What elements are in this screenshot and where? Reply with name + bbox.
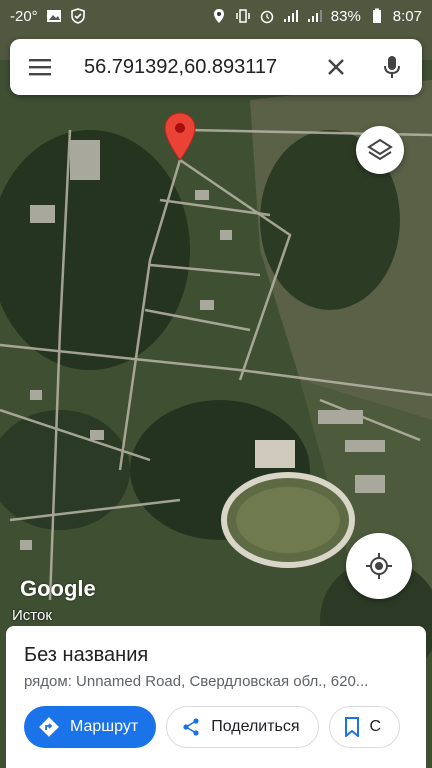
search-input[interactable]: 56.791392,60.893117 [84,56,320,79]
directions-label: Маршрут [70,718,139,735]
microphone-icon [384,56,400,78]
place-address: рядом: Unnamed Road, Свердловская обл., … [24,673,369,690]
signal-icon [283,10,298,22]
place-title: Без названия [24,644,149,666]
location-icon [213,9,224,23]
vibrate-icon [236,9,250,23]
search-bar[interactable]: 56.791392,60.893117 [10,39,422,95]
save-button[interactable]: С [328,706,401,748]
status-bar: -20° 83% 8:07 [0,0,432,32]
crosshair-icon [366,553,392,579]
image-icon [46,10,61,22]
action-row: Маршрут Поделиться С [24,706,408,748]
save-label: С [369,718,382,735]
my-location-button[interactable] [346,533,412,599]
share-label: Поделиться [211,718,300,735]
temperature: -20° [10,7,38,25]
layers-icon [367,138,393,161]
shield-icon [70,8,85,24]
place-card[interactable]: Без названия рядом: Unnamed Road, Свердл… [6,626,426,768]
google-logo: Google [20,576,96,601]
share-icon [183,718,199,736]
clear-search-button[interactable] [320,51,352,83]
battery-icon [372,8,381,23]
battery-percent: 83% [330,7,361,25]
close-icon [328,59,344,75]
map-place-label: Исток [12,607,52,624]
bookmark-icon [344,717,359,737]
menu-icon [29,59,51,76]
signal-2-icon [307,10,322,22]
share-button[interactable]: Поделиться [166,706,319,748]
map-pin-icon[interactable] [163,112,197,162]
layers-button[interactable] [356,126,404,174]
directions-button[interactable]: Маршрут [24,706,157,748]
alarm-icon [260,10,274,24]
directions-icon [39,717,59,737]
clock: 8:07 [392,7,422,25]
voice-search-button[interactable] [376,51,408,83]
menu-button[interactable] [24,51,56,83]
